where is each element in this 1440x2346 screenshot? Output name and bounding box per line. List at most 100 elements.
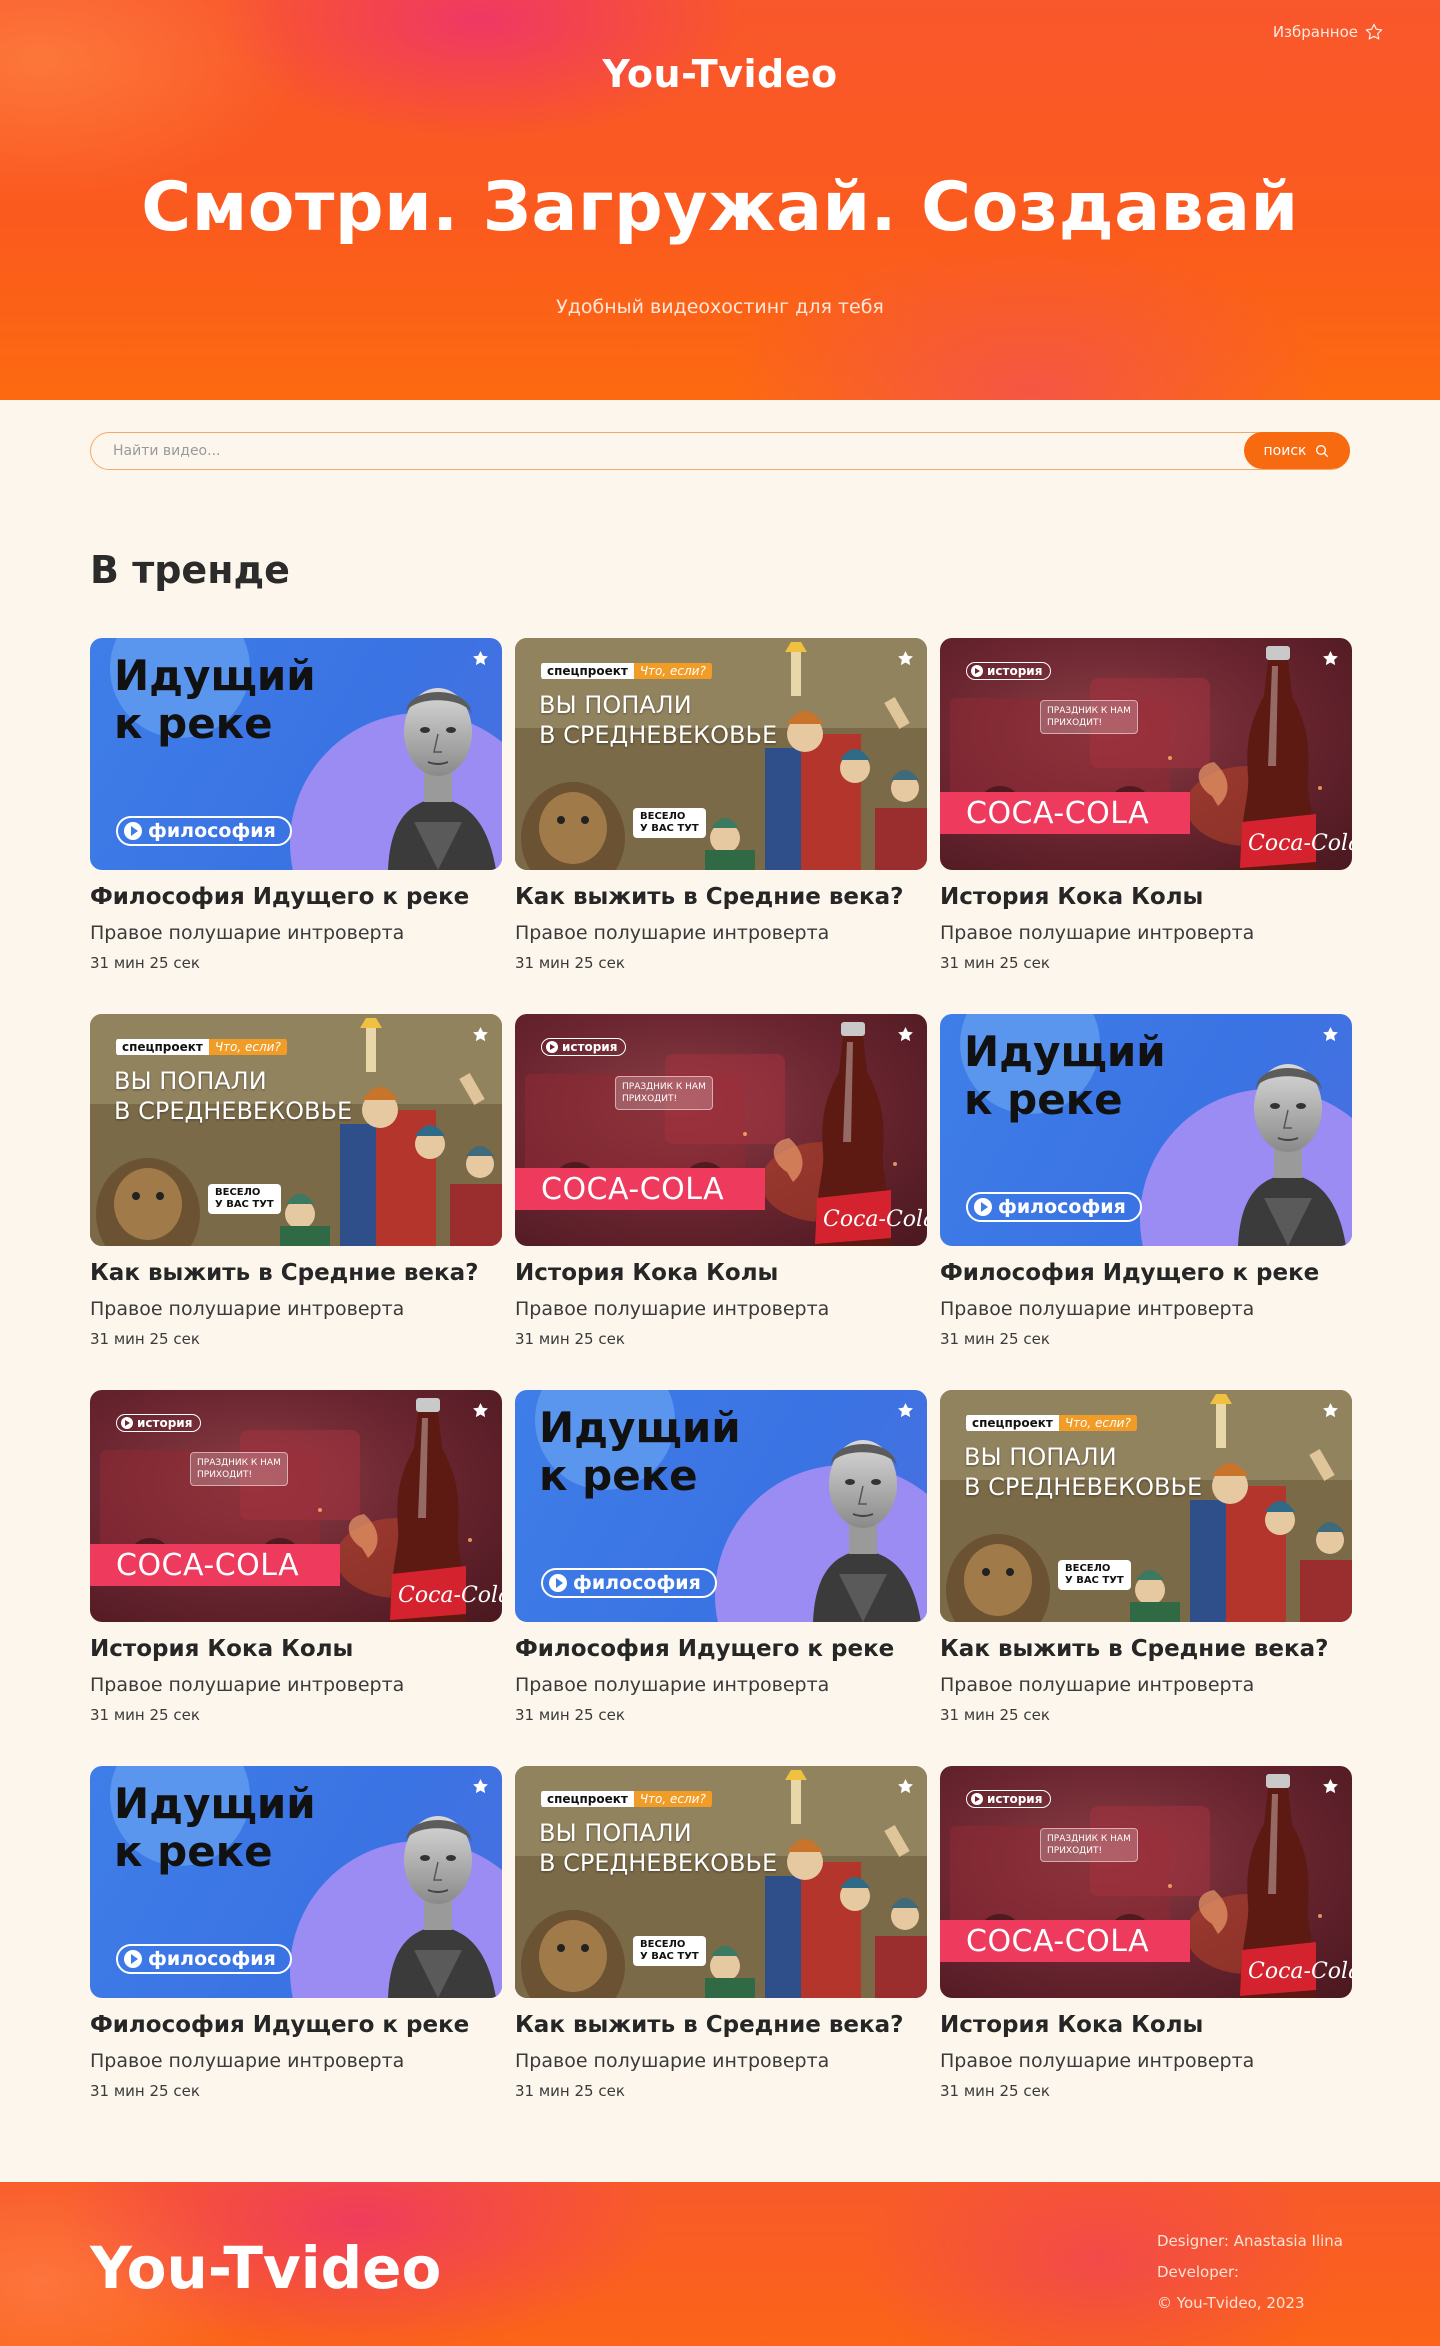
footer-logo[interactable]: You-Tvideo bbox=[90, 2234, 441, 2302]
category-tag: философия bbox=[966, 1192, 1142, 1222]
category-tag: история bbox=[541, 1038, 627, 1056]
video-title[interactable]: Философия Идущего к реке bbox=[515, 1636, 894, 1662]
video-duration: 31 мин 25 сек bbox=[90, 1706, 200, 1724]
thumbnail-headline: Идущий к реке bbox=[114, 1779, 316, 1876]
thumbnail-note: ПРАЗДНИК К НАМ ПРИХОДИТ! bbox=[615, 1076, 713, 1110]
category-tag: спецпроект Что, если? bbox=[541, 662, 712, 680]
coke-bottle-image: Coca-Cola bbox=[763, 1022, 927, 1246]
coke-bottle-image: Coca-Cola bbox=[1188, 1774, 1352, 1998]
coke-bottle-image: Coca-Cola bbox=[1188, 646, 1352, 870]
video-thumbnail[interactable]: Coca-Cola история ПРАЗДНИК К НАМ ПРИХОДИ… bbox=[515, 1014, 927, 1246]
video-thumbnail[interactable]: спецпроект Что, если? ВЫ ПОПАЛИ В СРЕДНЕ… bbox=[515, 638, 927, 870]
video-card[interactable]: Идущий к реке философия Философия Идущег… bbox=[940, 1014, 1352, 1390]
video-author: Правое полушарие интроверта bbox=[90, 2050, 405, 2072]
video-thumbnail[interactable]: Coca-Cola история ПРАЗДНИК К НАМ ПРИХОДИ… bbox=[940, 638, 1352, 870]
thumbnail-headline: Идущий к реке bbox=[539, 1403, 741, 1500]
star-icon[interactable] bbox=[1321, 649, 1340, 668]
search-button[interactable]: поиск bbox=[1244, 432, 1350, 469]
category-tag: история bbox=[966, 662, 1052, 680]
video-title[interactable]: Как выжить в Средние века? bbox=[515, 2012, 904, 2038]
star-icon[interactable] bbox=[896, 1025, 915, 1044]
video-title[interactable]: Как выжить в Средние века? bbox=[90, 1260, 479, 1286]
speech-bubble: ВЕСЕЛО У ВАС ТУТ bbox=[208, 1184, 281, 1214]
video-card[interactable]: спецпроект Что, если? ВЫ ПОПАЛИ В СРЕДНЕ… bbox=[515, 638, 927, 1014]
category-tag: спецпроект Что, если? bbox=[116, 1038, 287, 1056]
video-duration: 31 мин 25 сек bbox=[940, 1706, 1050, 1724]
coke-bottle-image: Coca-Cola bbox=[338, 1398, 502, 1622]
star-icon[interactable] bbox=[471, 649, 490, 668]
video-title[interactable]: История Кока Колы bbox=[940, 884, 1203, 910]
star-icon[interactable] bbox=[896, 1777, 915, 1796]
video-card[interactable]: Coca-Cola история ПРАЗДНИК К НАМ ПРИХОДИ… bbox=[940, 1766, 1352, 2142]
star-icon[interactable] bbox=[471, 1025, 490, 1044]
designer-credit: Designer: Anastasia Ilina bbox=[1157, 2232, 1343, 2250]
search-button-label: поиск bbox=[1263, 442, 1307, 459]
speech-bubble: ВЕСЕЛО У ВАС ТУТ bbox=[633, 1936, 706, 1966]
video-thumbnail[interactable]: Идущий к реке философия bbox=[940, 1014, 1352, 1246]
video-duration: 31 мин 25 сек bbox=[90, 954, 200, 972]
video-thumbnail[interactable]: Идущий к реке философия bbox=[90, 1766, 502, 1998]
video-thumbnail[interactable]: спецпроект Что, если? ВЫ ПОПАЛИ В СРЕДНЕ… bbox=[940, 1390, 1352, 1622]
category-tag: спецпроект Что, если? bbox=[541, 1790, 712, 1808]
category-tag: философия bbox=[116, 816, 292, 846]
video-duration: 31 мин 25 сек bbox=[515, 1706, 625, 1724]
favorites-link[interactable]: Избранное bbox=[1273, 22, 1384, 42]
video-title[interactable]: История Кока Колы bbox=[90, 1636, 353, 1662]
video-thumbnail[interactable]: спецпроект Что, если? ВЫ ПОПАЛИ В СРЕДНЕ… bbox=[90, 1014, 502, 1246]
star-icon[interactable] bbox=[1321, 1777, 1340, 1796]
video-thumbnail[interactable]: спецпроект Что, если? ВЫ ПОПАЛИ В СРЕДНЕ… bbox=[515, 1766, 927, 1998]
category-tag: философия bbox=[541, 1568, 717, 1598]
video-card[interactable]: Coca-Cola история ПРАЗДНИК К НАМ ПРИХОДИ… bbox=[940, 638, 1352, 1014]
video-duration: 31 мин 25 сек bbox=[940, 954, 1050, 972]
copyright: © You-Tvideo, 2023 bbox=[1157, 2294, 1305, 2312]
developer-credit: Developer: bbox=[1157, 2263, 1239, 2281]
thumbnail-headline: Идущий к реке bbox=[964, 1027, 1166, 1124]
search-input[interactable] bbox=[113, 440, 1113, 462]
video-title[interactable]: Философия Идущего к реке bbox=[90, 2012, 469, 2038]
video-thumbnail[interactable]: Coca-Cola история ПРАЗДНИК К НАМ ПРИХОДИ… bbox=[940, 1766, 1352, 1998]
video-duration: 31 мин 25 сек bbox=[940, 1330, 1050, 1348]
video-duration: 31 мин 25 сек bbox=[515, 954, 625, 972]
svg-text:Coca-Cola: Coca-Cola bbox=[1248, 1959, 1352, 1984]
video-thumbnail[interactable]: Идущий к реке философия bbox=[515, 1390, 927, 1622]
thumbnail-headline: ВЫ ПОПАЛИ В СРЕДНЕВЕКОВЬЕ bbox=[964, 1443, 1203, 1501]
site-logo[interactable]: You-Tvideo bbox=[0, 52, 1440, 96]
category-tag: спецпроект Что, если? bbox=[966, 1414, 1137, 1432]
video-card[interactable]: Coca-Cola история ПРАЗДНИК К НАМ ПРИХОДИ… bbox=[515, 1014, 927, 1390]
video-duration: 31 мин 25 сек bbox=[515, 1330, 625, 1348]
video-card[interactable]: Идущий к реке философия Философия Идущег… bbox=[90, 1766, 502, 2142]
star-icon[interactable] bbox=[1321, 1025, 1340, 1044]
video-thumbnail[interactable]: Coca-Cola история ПРАЗДНИК К НАМ ПРИХОДИ… bbox=[90, 1390, 502, 1622]
thumbnail-note: ПРАЗДНИК К НАМ ПРИХОДИТ! bbox=[1040, 1828, 1138, 1862]
video-title[interactable]: Как выжить в Средние века? bbox=[515, 884, 904, 910]
star-icon[interactable] bbox=[896, 649, 915, 668]
video-card[interactable]: спецпроект Что, если? ВЫ ПОПАЛИ В СРЕДНЕ… bbox=[90, 1014, 502, 1390]
star-icon[interactable] bbox=[1321, 1401, 1340, 1420]
video-title[interactable]: Философия Идущего к реке bbox=[90, 884, 469, 910]
thumbnail-note: ПРАЗДНИК К НАМ ПРИХОДИТ! bbox=[190, 1452, 288, 1486]
video-card[interactable]: спецпроект Что, если? ВЫ ПОПАЛИ В СРЕДНЕ… bbox=[940, 1390, 1352, 1766]
video-thumbnail[interactable]: Идущий к реке философия bbox=[90, 638, 502, 870]
play-icon bbox=[546, 1041, 558, 1053]
star-icon[interactable] bbox=[896, 1401, 915, 1420]
video-card[interactable]: спецпроект Что, если? ВЫ ПОПАЛИ В СРЕДНЕ… bbox=[515, 1766, 927, 2142]
video-author: Правое полушарие интроверта bbox=[940, 1298, 1255, 1320]
video-title[interactable]: Философия Идущего к реке bbox=[940, 1260, 1319, 1286]
play-icon bbox=[121, 1417, 133, 1429]
thumbnail-headline: COCA-COLA bbox=[940, 1920, 1190, 1962]
person-portrait-image bbox=[1238, 1064, 1346, 1246]
thumbnail-headline: Идущий к реке bbox=[114, 651, 316, 748]
thumbnail-headline: COCA-COLA bbox=[940, 792, 1190, 834]
category-tag: история bbox=[966, 1790, 1052, 1808]
star-icon[interactable] bbox=[471, 1401, 490, 1420]
star-icon[interactable] bbox=[471, 1777, 490, 1796]
video-card[interactable]: Идущий к реке философия Философия Идущег… bbox=[90, 638, 502, 1014]
video-title[interactable]: История Кока Колы bbox=[940, 2012, 1203, 2038]
video-card[interactable]: Идущий к реке философия Философия Идущег… bbox=[515, 1390, 927, 1766]
video-author: Правое полушарие интроверта bbox=[940, 922, 1255, 944]
video-title[interactable]: История Кока Колы bbox=[515, 1260, 778, 1286]
video-duration: 31 мин 25 сек bbox=[90, 1330, 200, 1348]
play-icon bbox=[971, 665, 983, 677]
video-title[interactable]: Как выжить в Средние века? bbox=[940, 1636, 1329, 1662]
video-card[interactable]: Coca-Cola история ПРАЗДНИК К НАМ ПРИХОДИ… bbox=[90, 1390, 502, 1766]
